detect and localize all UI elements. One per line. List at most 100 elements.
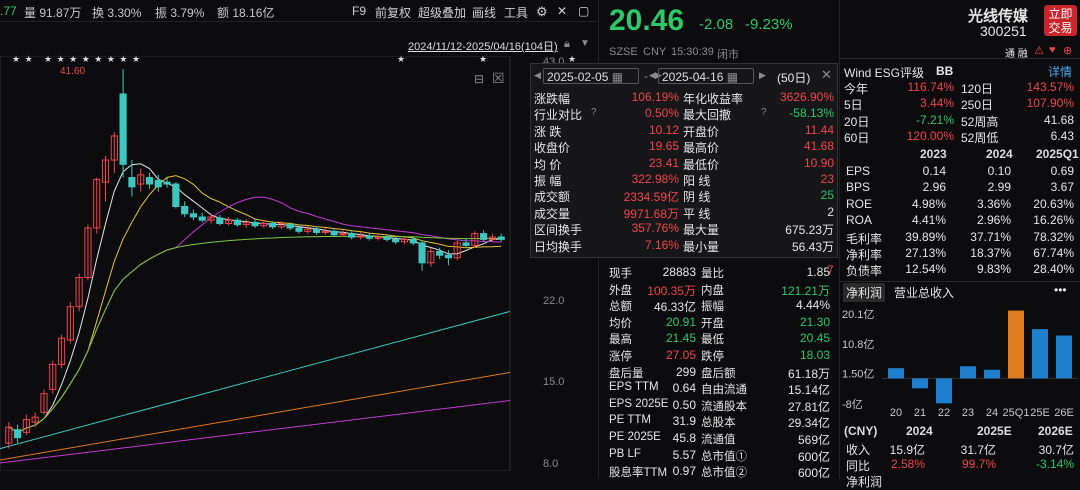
tab-net-profit[interactable]: 净利润 — [843, 283, 886, 302]
close-icon[interactable]: ✕ — [821, 67, 832, 83]
date-range[interactable]: 2024/11/12-2025/04/16(104日) — [408, 38, 558, 54]
perf-value: -7.21% — [915, 112, 954, 127]
popup-label: 均 价 — [534, 157, 562, 172]
candle — [189, 209, 198, 221]
alert-icon[interactable]: ⚠ — [1034, 44, 1044, 57]
stat-value: 28883 — [662, 265, 696, 279]
popup-label: 最低价 — [683, 157, 720, 172]
candle — [374, 234, 382, 241]
quote-time: 15:30:39 — [671, 46, 714, 58]
turnover-stat: 换 3.30% — [92, 6, 142, 20]
fin-value: 4.41% — [911, 213, 946, 228]
fin-value: 18.37% — [970, 246, 1011, 260]
stat-label: 股息率TTM — [609, 467, 668, 480]
perf-label: 250日 — [961, 98, 994, 113]
end-date-picker[interactable]: 2025-04-16 ▦ — [658, 68, 754, 84]
esg-label: Wind ESG评级 — [844, 66, 925, 80]
stat-value: 600亿 — [797, 449, 830, 464]
fin-label: 毛利率 — [846, 231, 883, 246]
stat-value: 0.64 — [672, 381, 696, 396]
fin-value: 3.36% — [976, 196, 1011, 211]
popup-value: 23 — [820, 172, 834, 186]
candle — [198, 212, 206, 223]
gear-icon[interactable]: ⚙ — [536, 4, 548, 20]
popup-label: 最小量 — [683, 239, 720, 254]
y-tick: 8.0 — [543, 458, 559, 470]
fin-year-header: 2023 — [920, 147, 947, 161]
fin-value: 0.14 — [922, 164, 946, 178]
prev-end-arrow-icon[interactable]: ◀ — [649, 70, 656, 81]
dropdown-icon[interactable]: ▼ — [580, 38, 590, 49]
profile-panel: 光线传媒 300251 通 融 ⚠ ♥ ⊕ 立即交易 Wind ESG评级 BB… — [839, 0, 1080, 489]
interval-stats-popup: ◀ 2025-02-05 ▦ - ▶ ◀ 2025-04-16 ▦ ▶ (50日… — [530, 63, 838, 258]
candle — [471, 231, 479, 248]
popup-label: 最高价 — [683, 141, 720, 156]
bar-x-label: 25E — [1030, 407, 1050, 419]
kline-chart[interactable] — [0, 56, 540, 471]
candle — [330, 229, 338, 238]
estimate-header: 2026E — [1038, 424, 1073, 438]
add-icon[interactable]: ⊕ — [1063, 44, 1072, 57]
popup-value: 106.19% — [631, 90, 679, 104]
candle — [480, 230, 488, 242]
stat-label: 总额 — [609, 301, 632, 314]
amplitude-stat: 振 3.79% — [155, 6, 205, 20]
detail-link[interactable]: 详情 — [1048, 63, 1072, 80]
candle — [383, 234, 391, 242]
bar-y-tick: 20.1亿 — [842, 308, 874, 321]
stat-value: 1.85 — [806, 265, 830, 279]
perf-value: 120.00% — [906, 129, 954, 144]
candle — [348, 231, 356, 240]
popup-label: 开盘价 — [683, 124, 720, 139]
estimate-value: -3.14% — [1035, 457, 1074, 471]
fin-value: 2.96% — [976, 213, 1011, 228]
candle — [110, 132, 118, 174]
tab-revenue[interactable]: 营业总收入 — [894, 284, 954, 301]
long-ma-line-0 — [0, 310, 511, 450]
f9-button[interactable]: F9 — [352, 4, 366, 18]
adjust-button[interactable]: 前复权 — [375, 4, 411, 21]
popup-value: 10.90 — [803, 155, 834, 170]
bell-icon[interactable]: ▢ — [578, 4, 589, 18]
watch-icon[interactable]: ♥ — [1049, 44, 1056, 56]
fin-value: 16.26% — [1033, 213, 1074, 228]
fin-value: 9.83% — [976, 262, 1011, 277]
overlay-button[interactable]: 超级叠加 — [418, 4, 466, 21]
popup-value: 322.98% — [631, 172, 679, 186]
candle — [137, 168, 145, 192]
kline-panel[interactable]: .77 量 91.87万 换 3.30% 振 3.79% 额 18.16亿 F9… — [0, 0, 597, 479]
profit-bar — [936, 378, 952, 404]
fin-value: 4.98% — [911, 196, 946, 211]
next-end-arrow-icon[interactable]: ▶ — [759, 70, 766, 81]
perf-label: 今年 — [844, 82, 869, 96]
candle — [427, 247, 435, 267]
profit-bar — [984, 369, 1000, 379]
prev-arrow-icon[interactable]: ◀ — [534, 70, 541, 81]
estimate-value: 15.9亿 — [889, 443, 925, 457]
popup-value: 2334.59亿 — [623, 190, 679, 205]
close-icon[interactable]: ✕ — [557, 4, 567, 18]
candle — [242, 219, 250, 228]
popup-value: 41.68 — [803, 139, 834, 154]
stat-label: 最低 — [701, 334, 724, 347]
more-icon[interactable]: ••• — [1054, 283, 1067, 297]
popup-value: 357.76% — [631, 221, 679, 236]
tools-button[interactable]: 工具 — [504, 4, 528, 21]
estimate-header: (CNY) — [844, 424, 878, 438]
popup-value: 675.23万 — [785, 223, 834, 238]
stat-label: EPS 2025E — [609, 397, 669, 410]
lock-icon[interactable]: 🔒︎ — [564, 38, 570, 51]
profit-bar — [888, 368, 904, 379]
candle — [304, 225, 312, 234]
candle — [462, 238, 470, 248]
candle — [101, 155, 110, 202]
day-count: (50日) — [777, 71, 811, 85]
estimate-header: 2025E — [977, 424, 1012, 438]
perf-value: 41.68 — [1043, 112, 1074, 127]
start-date-picker[interactable]: 2025-02-05 ▦ — [543, 68, 639, 84]
y-tick: 15.0 — [543, 376, 565, 388]
bar-x-label: 20 — [890, 407, 902, 419]
trade-button[interactable]: 立即交易 — [1044, 5, 1077, 36]
popup-value: -58.13% — [789, 106, 834, 121]
draw-line-button[interactable]: 画线 — [472, 4, 496, 21]
